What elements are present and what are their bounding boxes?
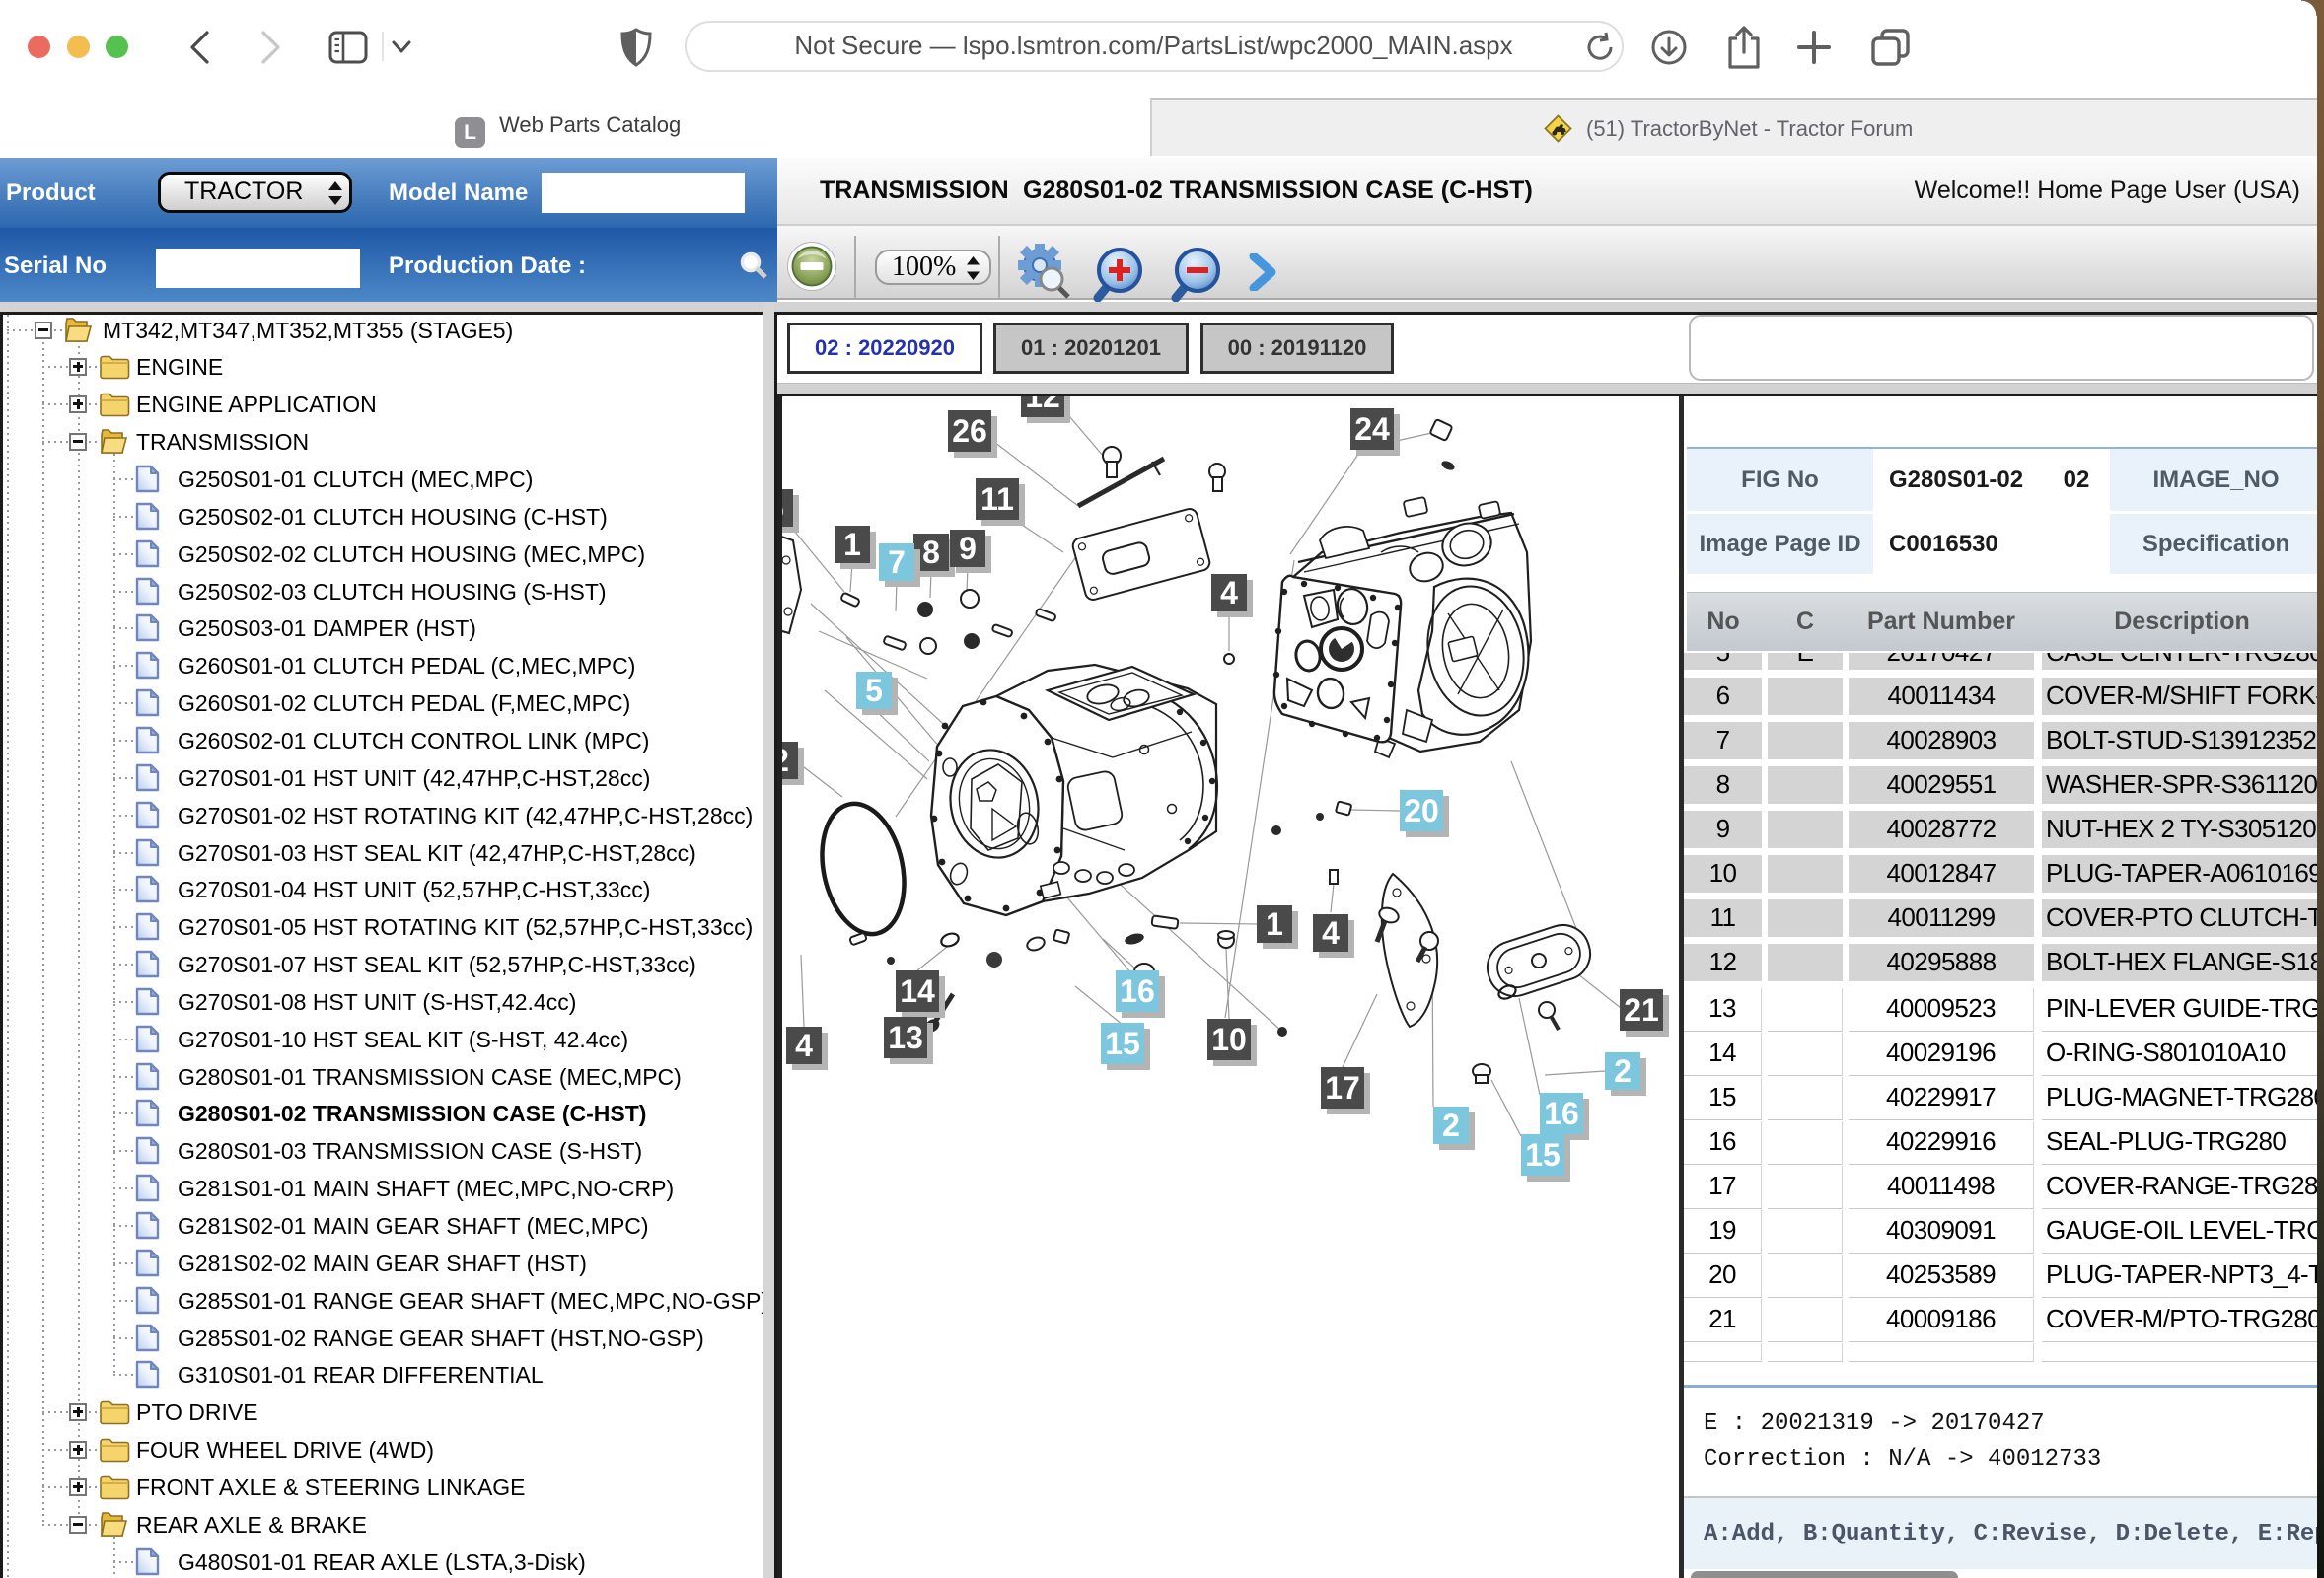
svg-text:1: 1 bbox=[1266, 906, 1283, 942]
svg-text:11: 11 bbox=[980, 481, 1014, 517]
svg-text:4: 4 bbox=[1322, 915, 1340, 951]
svg-text:8: 8 bbox=[922, 535, 940, 570]
svg-text:1: 1 bbox=[843, 527, 861, 562]
svg-text:21: 21 bbox=[1624, 992, 1659, 1028]
svg-text:16: 16 bbox=[1544, 1096, 1579, 1131]
svg-text:16: 16 bbox=[1120, 973, 1155, 1009]
svg-text:24: 24 bbox=[1354, 411, 1390, 447]
svg-text:26: 26 bbox=[952, 413, 987, 449]
svg-text:2: 2 bbox=[1614, 1053, 1632, 1089]
svg-text:10: 10 bbox=[1211, 1022, 1247, 1057]
svg-text:15: 15 bbox=[1525, 1137, 1561, 1173]
svg-text:2: 2 bbox=[1442, 1108, 1460, 1143]
svg-text:6: 6 bbox=[782, 490, 784, 526]
svg-text:4: 4 bbox=[795, 1028, 813, 1063]
svg-text:5: 5 bbox=[865, 673, 883, 708]
svg-text:2: 2 bbox=[782, 743, 789, 778]
svg-text:15: 15 bbox=[1105, 1026, 1140, 1061]
svg-text:20: 20 bbox=[1404, 793, 1439, 828]
svg-text:4: 4 bbox=[1220, 575, 1238, 610]
svg-text:17: 17 bbox=[1325, 1070, 1360, 1106]
svg-text:13: 13 bbox=[888, 1020, 923, 1055]
svg-text:14: 14 bbox=[900, 973, 935, 1009]
svg-text:7: 7 bbox=[888, 544, 906, 580]
svg-text:9: 9 bbox=[959, 531, 977, 566]
svg-text:12: 12 bbox=[1025, 396, 1060, 414]
